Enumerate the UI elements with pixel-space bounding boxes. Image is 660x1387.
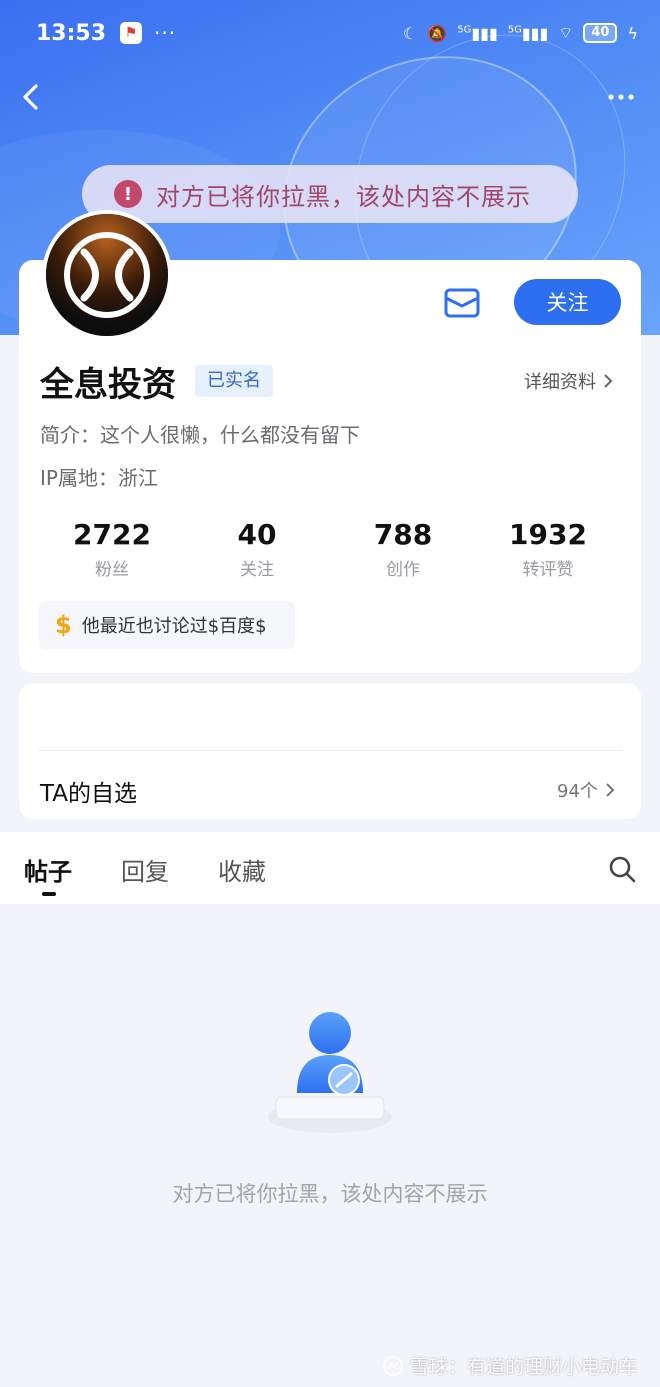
dollar-icon: $	[55, 611, 72, 639]
more-options-button[interactable]	[606, 84, 636, 110]
charging-icon: ϟ	[627, 23, 638, 43]
stat-value: 1932	[509, 518, 587, 551]
snowball-logo-icon	[382, 1355, 403, 1376]
blocked-user-icon	[268, 1012, 392, 1133]
content-tabs: 帖子 回复 收藏	[0, 832, 660, 904]
follow-button[interactable]: 关注	[514, 279, 621, 325]
watchlist-title[interactable]: TA的自选	[40, 774, 137, 808]
stat-value: 40	[237, 518, 277, 551]
verified-badge: 已实名	[195, 365, 273, 397]
tab-posts[interactable]: 帖子	[24, 852, 72, 887]
do-not-disturb-icon: ☾	[402, 23, 418, 43]
avatar-logo-icon	[46, 214, 168, 336]
blocked-notice-text: 对方已将你拉黑，该处内容不展示	[156, 182, 531, 211]
active-tab-indicator	[42, 892, 56, 896]
navigation-bar	[0, 70, 660, 124]
more-notifications-icon: ···	[154, 21, 177, 45]
divider	[38, 750, 622, 751]
watermark: 雪球：有道的理财小电动车	[382, 1352, 638, 1379]
message-button[interactable]	[444, 287, 480, 319]
search-icon	[609, 856, 636, 883]
stat-label: 粉丝	[95, 560, 129, 580]
watchlist-count: 94个	[557, 781, 598, 802]
tab-favorites[interactable]: 收藏	[218, 852, 266, 887]
exclamation-icon: !	[114, 180, 142, 208]
stat-interactions[interactable]: 1932 转评赞	[488, 518, 608, 580]
blocked-user-illustration	[260, 1005, 400, 1145]
status-bar: 13:53 ⚑ ··· ☾ 🔕 5G▮▮▮ 5G▮▮▮ ⌔ 40 ϟ	[0, 0, 660, 66]
signal-icon: 5G▮▮▮	[457, 23, 498, 43]
mail-icon	[444, 288, 480, 318]
blocked-notice-banner: ! 对方已将你拉黑，该处内容不展示	[82, 165, 578, 223]
chevron-right-icon	[606, 783, 615, 797]
tab-replies[interactable]: 回复	[121, 852, 169, 887]
empty-state-text: 对方已将你拉黑，该处内容不展示	[172, 1182, 488, 1206]
stat-label: 转评赞	[522, 560, 574, 580]
stat-label: 关注	[240, 560, 274, 580]
stat-posts[interactable]: 788 创作	[343, 518, 463, 580]
watchlist-count-link[interactable]: 94个	[557, 777, 616, 803]
mute-icon: 🔕	[427, 23, 448, 43]
detailed-info-label: 详细资料	[524, 372, 596, 393]
stat-value: 788	[373, 518, 433, 551]
back-arrow-icon	[23, 84, 38, 110]
stat-label: 创作	[386, 560, 420, 580]
stat-followers[interactable]: 2722 粉丝	[52, 518, 172, 580]
stat-value: 2722	[73, 518, 151, 551]
status-icons: ☾ 🔕 5G▮▮▮ 5G▮▮▮ ⌔ 40 ϟ	[403, 23, 638, 43]
stat-following[interactable]: 40 关注	[197, 518, 317, 580]
chevron-right-icon	[604, 374, 613, 388]
recently-discussed-tag[interactable]: $ 他最近也讨论过$百度$	[39, 601, 295, 649]
avatar[interactable]	[42, 210, 172, 340]
status-time: 13:53	[36, 20, 107, 46]
notification-app-icon: ⚑	[120, 22, 143, 44]
profile-bio: 简介：这个人很懒，什么都没有留下	[40, 423, 360, 447]
recently-discussed-text: 他最近也讨论过$百度$	[81, 616, 267, 637]
more-dots-icon	[608, 94, 634, 100]
watermark-text: 雪球：有道的理财小电动车	[409, 1356, 638, 1378]
wifi-icon: ⌔	[558, 23, 574, 42]
search-button[interactable]	[607, 854, 637, 884]
detailed-info-link[interactable]: 详细资料	[524, 368, 614, 394]
profile-name: 全息投资	[40, 365, 176, 405]
battery-indicator: 40	[583, 23, 618, 43]
back-button[interactable]	[18, 80, 48, 114]
signal-icon: 5G▮▮▮	[507, 23, 549, 43]
ip-location: IP属地：浙江	[40, 466, 158, 490]
